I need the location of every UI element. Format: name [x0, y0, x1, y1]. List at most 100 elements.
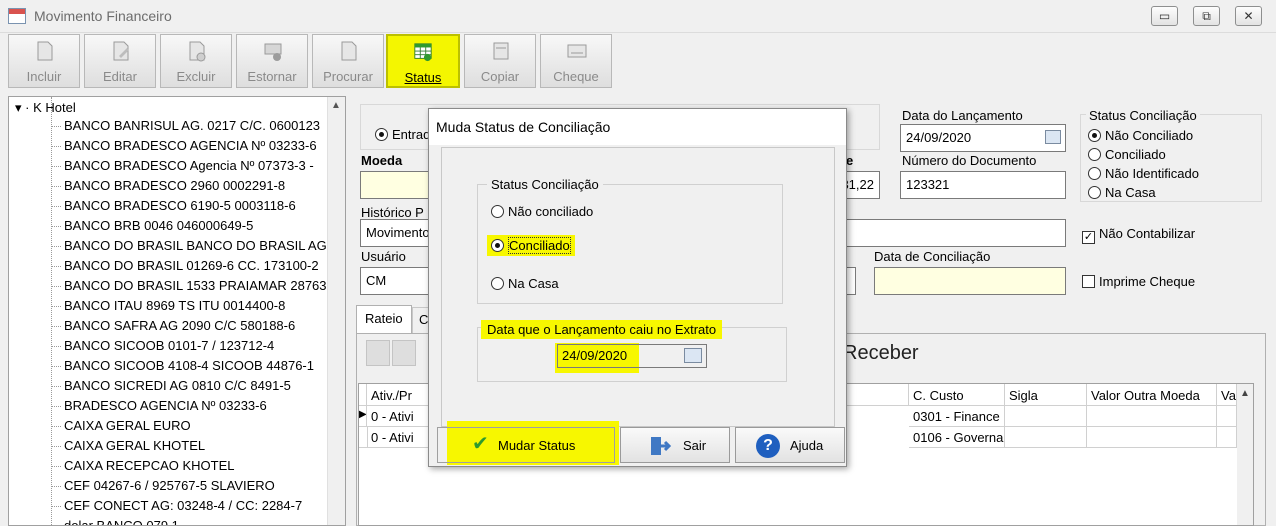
status-nao-identificado-radio[interactable]: Não Identificado	[1088, 166, 1199, 181]
grid-cell-va[interactable]	[1217, 427, 1237, 448]
excluir-button[interactable]: Excluir	[160, 34, 232, 88]
tree-item[interactable]: BANCO DO BRASIL 01269-6 CC. 173100-2	[64, 258, 326, 273]
status-na-casa-radio[interactable]: Na Casa	[1088, 185, 1156, 200]
status-nao-conciliado-label: Não Conciliado	[1105, 128, 1194, 143]
collapse-icon[interactable]: ▾ ·	[15, 100, 29, 115]
tree-connector	[51, 206, 61, 207]
grid-header-ativ[interactable]: Ativ./Pr	[367, 384, 433, 406]
nao-contabilizar-checkbox[interactable]: ✓ Não Contabilizar	[1082, 226, 1195, 244]
tree-item[interactable]: BANCO BRADESCO 2960 0002291-8	[64, 178, 326, 193]
excluir-label: Excluir	[176, 69, 216, 84]
procurar-button[interactable]: Procurar	[312, 34, 384, 88]
dialog-na-casa-radio[interactable]: Na Casa	[491, 276, 559, 291]
editar-button[interactable]: Editar	[84, 34, 156, 88]
usuario-label: Usuário	[361, 249, 406, 264]
tree-item[interactable]: BRADESCO AGENCIA Nº 03233-6	[64, 398, 326, 413]
data-lancamento-label: Data do Lançamento	[902, 108, 1023, 123]
tree-item[interactable]: CAIXA GERAL EURO	[64, 418, 326, 433]
tree-connector	[51, 186, 61, 187]
dialog-calendar-icon[interactable]	[684, 348, 702, 363]
dialog-conciliado-radio[interactable]: Conciliado	[487, 235, 575, 256]
calendar-icon[interactable]	[1045, 130, 1061, 144]
tree-item[interactable]: BANCO DO BRASIL BANCO DO BRASIL AG	[64, 238, 326, 253]
data-conciliacao-field[interactable]	[874, 267, 1066, 295]
tree-item[interactable]: BANCO DO BRASIL 1533 PRAIAMAR 28763	[64, 278, 326, 293]
tree-item[interactable]: BANCO SICREDI AG 0810 C/C 8491-5	[64, 378, 326, 393]
app-icon	[8, 8, 26, 24]
tab-rateio[interactable]: Rateio	[356, 305, 412, 333]
tree-connector	[51, 286, 61, 287]
tree-item[interactable]: BANCO SICOOB 4108-4 SICOOB 44876-1	[64, 358, 326, 373]
grid-header-valor-outra-moeda[interactable]: Valor Outra Moeda	[1087, 384, 1217, 406]
new-document-icon	[37, 41, 53, 61]
tree-item[interactable]: BANCO BRADESCO Agencia Nº 07373-3 -	[64, 158, 326, 173]
mudar-status-button[interactable]: ✔ Mudar Status	[437, 427, 615, 463]
cheque-button[interactable]: Cheque	[540, 34, 612, 88]
mudar-status-label: Mudar Status	[498, 438, 576, 453]
tree-item[interactable]: BANCO BRB 0046 046000649-5	[64, 218, 326, 233]
status-nao-conciliado-radio[interactable]: Não Conciliado	[1088, 128, 1193, 143]
grid-header-sigla[interactable]: Sigla	[1005, 384, 1087, 406]
tree-item[interactable]: BANCO ITAU 8969 TS ITU 0014400-8	[64, 298, 326, 313]
ajuda-button[interactable]: ? Ajuda	[735, 427, 845, 463]
dialog-date-group-title: Data que o Lançamento caiu no Extrato	[481, 320, 723, 339]
tree-item[interactable]: CEF CONECT AG: 03248-4 / CC: 2284-7	[64, 498, 326, 513]
sair-button[interactable]: Sair	[620, 427, 730, 463]
account-tree[interactable]: ▾ · K Hotel BANCO BANRISUL AG. 0217 C/C.…	[8, 96, 346, 526]
minimize-button[interactable]: ▭	[1151, 6, 1178, 26]
grid-cell-sigla[interactable]	[1005, 406, 1087, 427]
status-label: Status	[404, 70, 442, 85]
window-title: Movimento Financeiro	[34, 8, 172, 24]
tree-item[interactable]: CAIXA RECEPCAO KHOTEL	[64, 458, 326, 473]
numero-documento-field[interactable]: 123321	[900, 171, 1066, 199]
tree-item[interactable]: BANCO BRADESCO 6190-5 0003118-6	[64, 198, 326, 213]
grid-cell-ativ[interactable]: 0 - Ativi	[367, 427, 433, 448]
tree-connector	[51, 146, 61, 147]
grid-scroll-up-icon[interactable]: ▲	[1237, 384, 1253, 404]
tree-root[interactable]: ▾ · K Hotel	[15, 100, 76, 116]
tree-item[interactable]: CEF 04267-6 / 925767-5 SLAVIERO	[64, 478, 326, 493]
maximize-button[interactable]: ⧉	[1193, 6, 1220, 26]
tree-connector	[51, 366, 61, 367]
tree-item[interactable]: BANCO BANRISUL AG. 0217 C/C. 0600123	[64, 118, 326, 133]
tree-connector	[51, 386, 61, 387]
grid-indicator-header	[359, 384, 367, 406]
tree-item[interactable]: CAIXA GERAL KHOTEL	[64, 438, 326, 453]
copiar-button[interactable]: Copiar	[464, 34, 536, 88]
tree-item[interactable]: BANCO SICOOB 0101-7 / 123712-4	[64, 338, 326, 353]
close-button[interactable]: ✕	[1235, 6, 1262, 26]
tree-item[interactable]: BANCO BRADESCO AGENCIA Nº 03233-6	[64, 138, 326, 153]
status-conciliado-radio[interactable]: Conciliado	[1088, 147, 1166, 162]
grid-scrollbar[interactable]: ▲	[1237, 384, 1253, 525]
estornar-button[interactable]: Estornar	[236, 34, 308, 88]
tree-item[interactable]: dolar BANCO 079 1	[64, 518, 326, 525]
dialog-date-field[interactable]: 24/09/2020	[557, 344, 707, 368]
checkmark-icon: ✔	[472, 433, 489, 455]
rateio-edit-button[interactable]	[392, 340, 416, 366]
status-button[interactable]: Status	[386, 34, 460, 88]
dialog-nao-conciliado-radio[interactable]: Não conciliado	[491, 204, 593, 219]
receber-label: Receber	[843, 342, 919, 364]
grid-header-va[interactable]: Va	[1217, 384, 1237, 406]
tree-connector	[51, 306, 61, 307]
tree-connector	[51, 446, 61, 447]
status-conciliacao-title: Status Conciliação	[1086, 108, 1200, 123]
grid-cell-ccusto[interactable]: 0106 - Governa	[909, 427, 1005, 448]
imprime-cheque-checkbox[interactable]: Imprime Cheque	[1082, 274, 1195, 289]
rateio-add-button[interactable]	[366, 340, 390, 366]
editar-label: Editar	[103, 69, 137, 84]
incluir-button[interactable]: Incluir	[8, 34, 80, 88]
grid-cell-ccusto[interactable]: 0301 - Finance	[909, 406, 1005, 427]
grid-header-ccusto[interactable]: C. Custo	[909, 384, 1005, 406]
tree-connector	[51, 506, 61, 507]
grid-cell-valor[interactable]	[1087, 427, 1217, 448]
tree-item[interactable]: BANCO SAFRA AG 2090 C/C 580188-6	[64, 318, 326, 333]
tree-scrollbar[interactable]	[327, 97, 345, 525]
scroll-up-icon[interactable]: ▲	[327, 97, 345, 115]
grid-cell-sigla[interactable]	[1005, 427, 1087, 448]
data-lancamento-field[interactable]: 24/09/2020	[900, 124, 1066, 152]
grid-cell-valor[interactable]	[1087, 406, 1217, 427]
grid-cell-va[interactable]	[1217, 406, 1237, 427]
entrada-radio[interactable]: Entrad	[375, 127, 430, 142]
grid-cell-ativ[interactable]: 0 - Ativi	[367, 406, 433, 427]
